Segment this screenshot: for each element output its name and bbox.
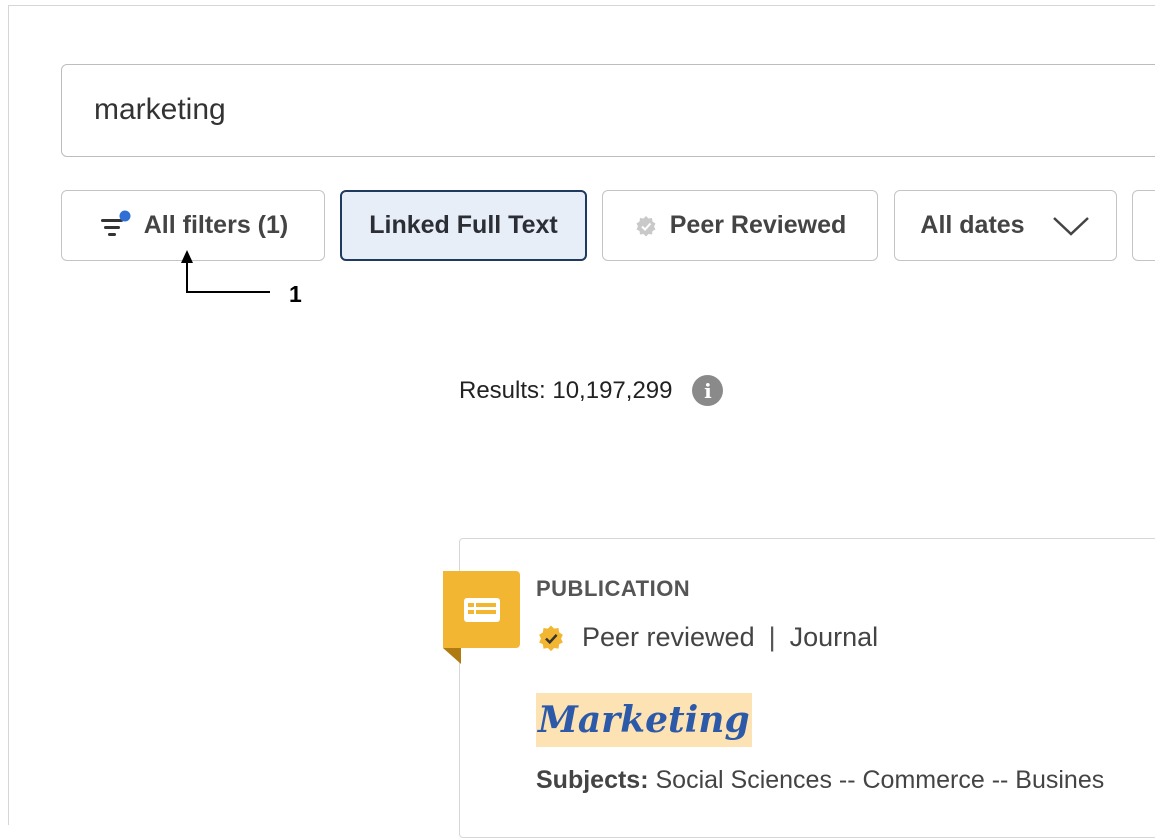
info-icon[interactable]: i: [692, 375, 724, 406]
record-format: Journal: [789, 622, 879, 652]
results-count: Results: 10,197,299 i: [459, 375, 724, 406]
annotation-number: 1: [289, 281, 302, 307]
record-subjects: Subjects: Social Sciences -- Commerce --…: [536, 766, 1104, 795]
all-dates-dropdown[interactable]: All dates: [894, 190, 1117, 261]
peer-reviewed-badge-icon: [536, 623, 566, 653]
peer-reviewed-text: Peer reviewed: [582, 622, 755, 652]
record-meta: Peer reviewed | Journal: [536, 622, 878, 653]
meta-separator: |: [768, 622, 776, 652]
filter-icon: [98, 209, 132, 243]
results-count-label: Results: 10,197,299: [459, 376, 673, 404]
search-query-text: marketing: [94, 93, 226, 126]
publication-type-icon: [443, 571, 520, 648]
peer-reviewed-chip[interactable]: Peer Reviewed: [602, 190, 878, 261]
all-filters-label: All filters (1): [143, 211, 289, 239]
linked-full-text-label: Linked Full Text: [369, 211, 558, 239]
subjects-value: Social Sciences -- Commerce -- Busines: [655, 766, 1105, 794]
search-input[interactable]: marketing: [61, 64, 1155, 157]
next-filter-chip[interactable]: [1132, 190, 1155, 261]
chevron-down-icon: [1051, 215, 1091, 237]
peer-reviewed-label: Peer Reviewed: [669, 211, 847, 239]
subjects-label: Subjects:: [536, 766, 649, 794]
record-title-link[interactable]: Marketing: [538, 699, 750, 741]
annotation-arrow-icon: [181, 250, 270, 293]
record-type: PUBLICATION: [536, 576, 691, 601]
all-dates-label: All dates: [920, 211, 1025, 239]
linked-full-text-chip[interactable]: Linked Full Text: [340, 190, 587, 261]
peer-reviewed-badge-icon: [634, 214, 658, 238]
tag-fold: [443, 648, 461, 664]
record-title-highlight: Marketing: [536, 693, 752, 747]
